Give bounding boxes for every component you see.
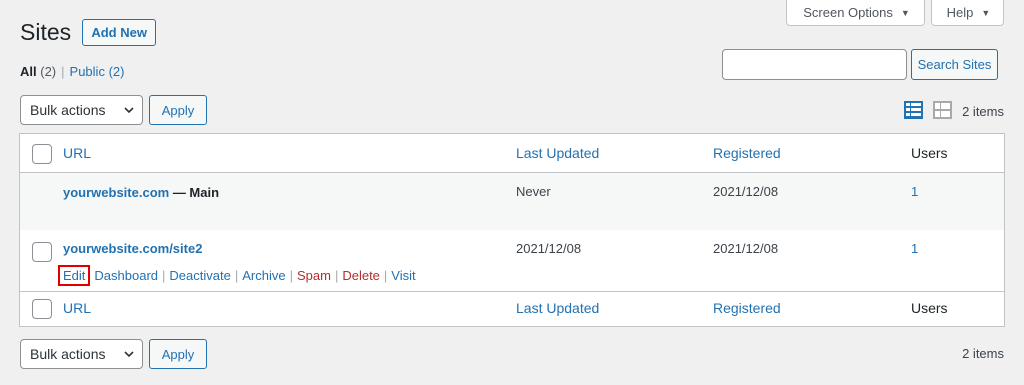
row-actions: Edit | Dashboard | Deactivate | Archive … xyxy=(58,265,416,286)
column-users-header: Users xyxy=(911,145,948,161)
items-count-bottom: 2 items xyxy=(962,346,1004,361)
table-row: yourwebsite.com — Main Never 2021/12/08 … xyxy=(20,173,1004,230)
action-separator: | xyxy=(289,268,293,283)
last-updated-value: 2021/12/08 xyxy=(516,241,582,256)
select-all-checkbox[interactable] xyxy=(32,144,52,164)
column-registered-header[interactable]: Registered xyxy=(713,145,781,161)
action-separator: | xyxy=(383,268,388,283)
screen-options-button[interactable]: Screen Options ▼ xyxy=(786,0,925,26)
row-checkbox[interactable] xyxy=(32,242,52,262)
site-url-link[interactable]: yourwebsite.com xyxy=(63,185,169,200)
column-last-updated-header[interactable]: Last Updated xyxy=(516,145,599,161)
registered-value: 2021/12/08 xyxy=(713,241,779,256)
action-separator: | xyxy=(334,268,339,283)
apply-button[interactable]: Apply xyxy=(149,95,207,125)
screen-options-label: Screen Options xyxy=(803,5,893,20)
site-main-label: — Main xyxy=(169,185,220,200)
site-url-link[interactable]: yourwebsite.com/site2 xyxy=(63,241,202,256)
caret-down-icon: ▼ xyxy=(900,7,910,18)
view-switch xyxy=(904,101,952,119)
page-header: Sites Add New xyxy=(20,18,157,47)
visit-link[interactable]: Visit xyxy=(391,268,415,283)
dashboard-link[interactable]: Dashboard xyxy=(94,268,158,283)
table-header: URL Last Updated Registered Users xyxy=(20,134,1004,173)
help-label: Help xyxy=(946,5,974,20)
apply-button[interactable]: Apply xyxy=(149,339,207,369)
action-separator: | xyxy=(162,268,166,283)
archive-link[interactable]: Archive xyxy=(242,268,285,283)
bulk-actions-top: Bulk actions Apply xyxy=(20,95,207,125)
add-new-button[interactable]: Add New xyxy=(82,19,157,46)
column-url-header[interactable]: URL xyxy=(63,145,91,161)
filter-public-link[interactable]: Public (2) xyxy=(70,64,125,79)
filter-separator: | xyxy=(61,64,65,79)
table-row: yourwebsite.com/site2 2021/12/08 2021/12… xyxy=(20,230,1004,291)
last-updated-value: Never xyxy=(516,184,551,199)
chevron-down-icon xyxy=(124,107,134,114)
filter-all-count: (2) xyxy=(40,64,57,79)
list-view-icon[interactable] xyxy=(904,101,923,119)
column-last-updated-footer[interactable]: Last Updated xyxy=(516,300,599,316)
registered-value: 2021/12/08 xyxy=(713,184,779,199)
help-button[interactable]: Help ▼ xyxy=(931,0,1004,26)
filter-all-link[interactable]: All (2) xyxy=(20,64,56,79)
bulk-actions-select[interactable]: Bulk actions xyxy=(20,95,143,125)
edit-highlight-box: Edit xyxy=(58,265,91,286)
delete-link[interactable]: Delete xyxy=(342,268,380,283)
site-url-cell: yourwebsite.com — Main xyxy=(63,184,219,200)
screen-meta-links: Screen Options ▼ Help ▼ xyxy=(786,0,1004,26)
users-count-link[interactable]: 1 xyxy=(911,184,918,199)
chevron-down-icon xyxy=(124,351,134,358)
search-box: Search Sites xyxy=(722,49,998,80)
bulk-actions-select[interactable]: Bulk actions xyxy=(20,339,143,369)
spam-link[interactable]: Spam xyxy=(297,268,331,283)
bulk-actions-selected: Bulk actions xyxy=(30,346,106,362)
filter-all-label: All xyxy=(20,64,37,79)
sites-table: URL Last Updated Registered Users yourwe… xyxy=(19,133,1005,327)
excerpt-view-icon[interactable] xyxy=(933,101,952,119)
edit-link[interactable]: Edit xyxy=(63,268,85,283)
filter-public-label: Public xyxy=(69,64,105,79)
column-registered-footer[interactable]: Registered xyxy=(713,300,781,316)
status-filters: All (2) | Public (2) xyxy=(20,64,124,79)
select-all-checkbox[interactable] xyxy=(32,299,52,319)
deactivate-link[interactable]: Deactivate xyxy=(169,268,230,283)
caret-down-icon: ▼ xyxy=(981,7,991,18)
bulk-actions-bottom: Bulk actions Apply xyxy=(20,339,207,369)
page-title: Sites xyxy=(20,19,72,45)
column-url-footer[interactable]: URL xyxy=(63,300,91,316)
users-count-link[interactable]: 1 xyxy=(911,241,918,256)
items-count-top: 2 items xyxy=(962,104,1004,119)
table-footer: URL Last Updated Registered Users xyxy=(20,291,1004,327)
filter-public-count: (2) xyxy=(108,64,125,79)
action-separator: | xyxy=(234,268,239,283)
bulk-actions-selected: Bulk actions xyxy=(30,102,106,118)
column-users-footer: Users xyxy=(911,300,948,316)
search-sites-button[interactable]: Search Sites xyxy=(911,49,998,80)
search-input[interactable] xyxy=(722,49,907,80)
